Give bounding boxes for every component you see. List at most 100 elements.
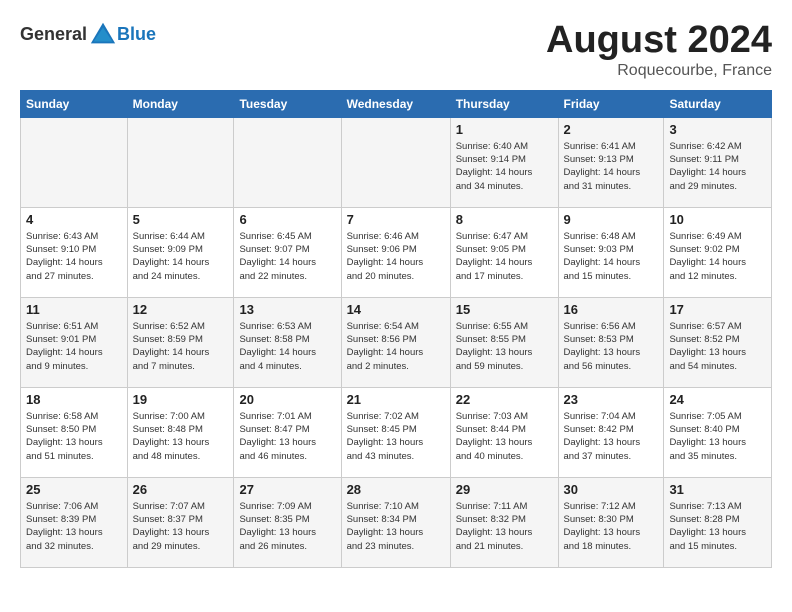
logo-blue: Blue: [117, 24, 156, 45]
weekday-header: Saturday: [664, 90, 772, 117]
day-number: 30: [564, 482, 659, 497]
logo-icon: [89, 20, 117, 48]
calendar-row: 25 Sunrise: 7:06 AM Sunset: 8:39 PM Dayli…: [21, 477, 772, 567]
calendar-table: SundayMondayTuesdayWednesdayThursdayFrid…: [20, 90, 772, 568]
day-number: 23: [564, 392, 659, 407]
day-detail: Sunrise: 7:01 AM Sunset: 8:47 PM Dayligh…: [239, 410, 335, 463]
day-number: 13: [239, 302, 335, 317]
day-number: 28: [347, 482, 445, 497]
day-number: 7: [347, 212, 445, 227]
day-number: 16: [564, 302, 659, 317]
weekday-header: Wednesday: [341, 90, 450, 117]
title-block: August 2024 Roquecourbe, France: [546, 20, 772, 80]
day-detail: Sunrise: 7:02 AM Sunset: 8:45 PM Dayligh…: [347, 410, 445, 463]
day-number: 14: [347, 302, 445, 317]
calendar-cell: 11Sunrise: 6:51 AM Sunset: 9:01 PM Dayli…: [21, 297, 128, 387]
month-title: August 2024: [546, 20, 772, 62]
calendar-cell: 31 Sunrise: 7:13 AM Sunset: 8:28 PM Dayli…: [664, 477, 772, 567]
day-detail: Sunrise: 7:03 AM Sunset: 8:44 PM Dayligh…: [456, 410, 553, 463]
day-detail: Sunrise: 6:49 AM Sunset: 9:02 PM Dayligh…: [669, 230, 766, 283]
day-detail: Sunrise: 6:44 AM Sunset: 9:09 PM Dayligh…: [133, 230, 229, 283]
day-number: 17: [669, 302, 766, 317]
day-number: 21: [347, 392, 445, 407]
calendar-cell: 25 Sunrise: 7:06 AM Sunset: 8:39 PM Dayli…: [21, 477, 128, 567]
day-detail: Sunrise: 7:12 AM Sunset: 8:30 PM Dayligh…: [564, 500, 659, 553]
calendar-cell: 20 Sunrise: 7:01 AM Sunset: 8:47 PM Dayli…: [234, 387, 341, 477]
day-number: 20: [239, 392, 335, 407]
calendar-cell: 1 Sunrise: 6:40 AM Sunset: 9:14 PM Daylig…: [450, 117, 558, 207]
day-number: 8: [456, 212, 553, 227]
location-title: Roquecourbe, France: [546, 62, 772, 80]
day-detail: Sunrise: 7:13 AM Sunset: 8:28 PM Dayligh…: [669, 500, 766, 553]
logo: General Blue: [20, 20, 156, 48]
day-number: 2: [564, 122, 659, 137]
calendar-cell: 23Sunrise: 7:04 AM Sunset: 8:42 PM Dayli…: [558, 387, 664, 477]
weekday-header: Monday: [127, 90, 234, 117]
day-detail: Sunrise: 7:05 AM Sunset: 8:40 PM Dayligh…: [669, 410, 766, 463]
calendar-cell: [127, 117, 234, 207]
day-detail: Sunrise: 6:58 AM Sunset: 8:50 PM Dayligh…: [26, 410, 122, 463]
day-number: 15: [456, 302, 553, 317]
day-number: 5: [133, 212, 229, 227]
calendar-cell: 22 Sunrise: 7:03 AM Sunset: 8:44 PM Dayli…: [450, 387, 558, 477]
day-detail: Sunrise: 7:11 AM Sunset: 8:32 PM Dayligh…: [456, 500, 553, 553]
logo-general: General: [20, 24, 87, 45]
day-number: 24: [669, 392, 766, 407]
day-detail: Sunrise: 6:57 AM Sunset: 8:52 PM Dayligh…: [669, 320, 766, 373]
day-detail: Sunrise: 6:40 AM Sunset: 9:14 PM Dayligh…: [456, 140, 553, 193]
calendar-cell: [234, 117, 341, 207]
day-detail: Sunrise: 6:47 AM Sunset: 9:05 PM Dayligh…: [456, 230, 553, 283]
day-number: 1: [456, 122, 553, 137]
day-detail: Sunrise: 7:07 AM Sunset: 8:37 PM Dayligh…: [133, 500, 229, 553]
calendar-cell: 29 Sunrise: 7:11 AM Sunset: 8:32 PM Dayli…: [450, 477, 558, 567]
day-number: 10: [669, 212, 766, 227]
calendar-cell: 2Sunrise: 6:41 AM Sunset: 9:13 PM Daylig…: [558, 117, 664, 207]
day-detail: Sunrise: 6:46 AM Sunset: 9:06 PM Dayligh…: [347, 230, 445, 283]
calendar-cell: 7 Sunrise: 6:46 AM Sunset: 9:06 PM Daylig…: [341, 207, 450, 297]
calendar-row: 18Sunrise: 6:58 AM Sunset: 8:50 PM Dayli…: [21, 387, 772, 477]
calendar-cell: [341, 117, 450, 207]
day-number: 19: [133, 392, 229, 407]
calendar-cell: 21 Sunrise: 7:02 AM Sunset: 8:45 PM Dayli…: [341, 387, 450, 477]
calendar-cell: 3 Sunrise: 6:42 AM Sunset: 9:11 PM Daylig…: [664, 117, 772, 207]
day-number: 27: [239, 482, 335, 497]
calendar-cell: 30 Sunrise: 7:12 AM Sunset: 8:30 PM Dayli…: [558, 477, 664, 567]
calendar-cell: 19 Sunrise: 7:00 AM Sunset: 8:48 PM Dayli…: [127, 387, 234, 477]
calendar-cell: 18Sunrise: 6:58 AM Sunset: 8:50 PM Dayli…: [21, 387, 128, 477]
calendar-cell: 10 Sunrise: 6:49 AM Sunset: 9:02 PM Dayli…: [664, 207, 772, 297]
day-number: 22: [456, 392, 553, 407]
calendar-cell: 12 Sunrise: 6:52 AM Sunset: 8:59 PM Dayli…: [127, 297, 234, 387]
day-detail: Sunrise: 6:55 AM Sunset: 8:55 PM Dayligh…: [456, 320, 553, 373]
day-number: 25: [26, 482, 122, 497]
weekday-header-row: SundayMondayTuesdayWednesdayThursdayFrid…: [21, 90, 772, 117]
day-detail: Sunrise: 6:48 AM Sunset: 9:03 PM Dayligh…: [564, 230, 659, 283]
calendar-row: 1 Sunrise: 6:40 AM Sunset: 9:14 PM Daylig…: [21, 117, 772, 207]
calendar-row: 4Sunrise: 6:43 AM Sunset: 9:10 PM Daylig…: [21, 207, 772, 297]
day-number: 4: [26, 212, 122, 227]
day-detail: Sunrise: 6:52 AM Sunset: 8:59 PM Dayligh…: [133, 320, 229, 373]
calendar-cell: 5 Sunrise: 6:44 AM Sunset: 9:09 PM Daylig…: [127, 207, 234, 297]
calendar-cell: 15 Sunrise: 6:55 AM Sunset: 8:55 PM Dayli…: [450, 297, 558, 387]
calendar-cell: 27 Sunrise: 7:09 AM Sunset: 8:35 PM Dayli…: [234, 477, 341, 567]
day-detail: Sunrise: 7:06 AM Sunset: 8:39 PM Dayligh…: [26, 500, 122, 553]
day-number: 31: [669, 482, 766, 497]
day-number: 29: [456, 482, 553, 497]
day-detail: Sunrise: 7:09 AM Sunset: 8:35 PM Dayligh…: [239, 500, 335, 553]
calendar-cell: 6 Sunrise: 6:45 AM Sunset: 9:07 PM Daylig…: [234, 207, 341, 297]
calendar-cell: 16Sunrise: 6:56 AM Sunset: 8:53 PM Dayli…: [558, 297, 664, 387]
day-detail: Sunrise: 7:00 AM Sunset: 8:48 PM Dayligh…: [133, 410, 229, 463]
day-number: 26: [133, 482, 229, 497]
weekday-header: Tuesday: [234, 90, 341, 117]
calendar-cell: 4Sunrise: 6:43 AM Sunset: 9:10 PM Daylig…: [21, 207, 128, 297]
calendar-cell: 26 Sunrise: 7:07 AM Sunset: 8:37 PM Dayli…: [127, 477, 234, 567]
weekday-header: Sunday: [21, 90, 128, 117]
day-number: 3: [669, 122, 766, 137]
day-number: 11: [26, 302, 122, 317]
weekday-header: Friday: [558, 90, 664, 117]
calendar-row: 11Sunrise: 6:51 AM Sunset: 9:01 PM Dayli…: [21, 297, 772, 387]
day-detail: Sunrise: 6:42 AM Sunset: 9:11 PM Dayligh…: [669, 140, 766, 193]
day-detail: Sunrise: 6:45 AM Sunset: 9:07 PM Dayligh…: [239, 230, 335, 283]
day-detail: Sunrise: 7:10 AM Sunset: 8:34 PM Dayligh…: [347, 500, 445, 553]
day-number: 6: [239, 212, 335, 227]
day-number: 12: [133, 302, 229, 317]
